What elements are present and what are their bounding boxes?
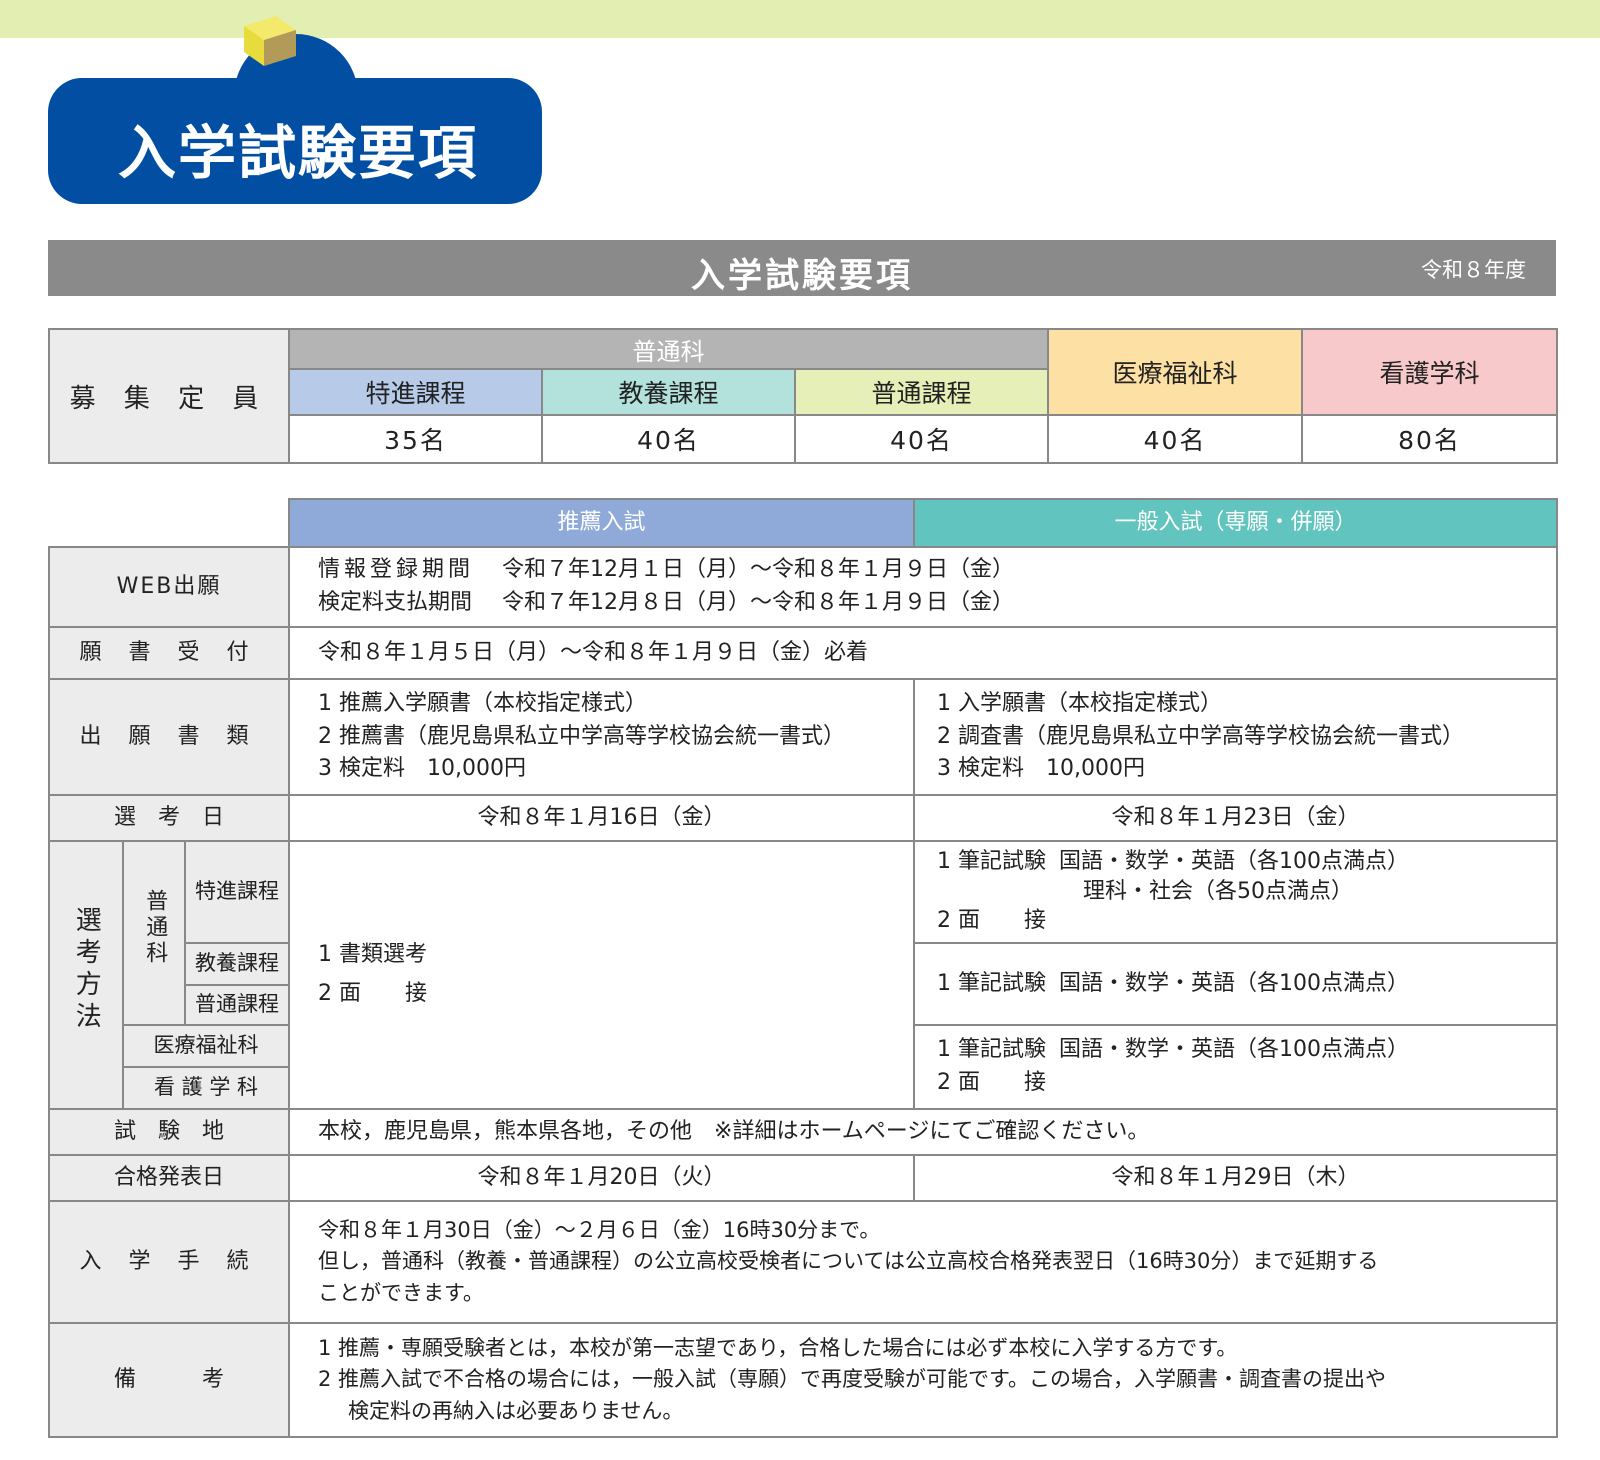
shorui-suisen-item-2: 2 推薦書（鹿児島県私立中学高等学校協会統一書式） [318, 723, 846, 749]
tetsuzuki-cell: 令和８年１月30日（金）～２月６日（金）16時30分まで。 但し，普通科（教養・… [288, 1200, 1559, 1324]
tetsuzuki-line-3: ことができます。 [318, 1280, 484, 1305]
biko-line-1: 1 推薦・専願受験者とは，本校が第一志望であり，合格した場合には必ず本校に入学す… [318, 1336, 1238, 1361]
capacity-futsu-count: 40名 [793, 414, 1050, 464]
hoho-tokushin-line-1: 1 筆記試験 国語・数学・英語（各100点満点） [937, 849, 1410, 875]
hoho-kyoyo-label: 教養課程 [183, 942, 291, 986]
capacity-kyoyo-count: 40名 [541, 414, 796, 464]
happyo-ippan: 令和８年１月29日（木） [913, 1154, 1559, 1202]
hoho-futsu-label: 普通課程 [183, 984, 291, 1026]
exam-table: 推薦入試 一般入試（専願・併願） WEB出願 情報登録期間 令和７年12月１日（月… [47, 498, 1559, 1438]
biko-line-3: 検定料の再納入は必要ありません。 [348, 1398, 684, 1423]
capacity-tokushin-count: 35名 [288, 414, 543, 464]
row-label-hoho: 選考方法 [48, 840, 124, 1110]
column-header-ippan: 一般入試（専願・併願） [913, 498, 1559, 548]
hero-badge: 入学試験要項 [48, 14, 548, 209]
capacity-label: 募 集 定 員 [48, 328, 290, 464]
column-header-suisen: 推薦入試 [288, 498, 916, 548]
hoho-iryo-line-1: 1 筆記試験 国語・数学・英語（各100点満点） [937, 1037, 1410, 1063]
gansho-value: 令和８年１月５日（月）～令和８年１月９日（金）必着 [288, 626, 1559, 680]
row-label-biko: 備 考 [47, 1322, 291, 1438]
shorui-suisen-item-3: 3 検定料 10,000円 [318, 756, 526, 782]
chi-value: 本校，鹿児島県，熊本県各地，その他 ※詳細はホームページにてご確認ください。 [288, 1108, 1559, 1156]
capacity-kango-count: 80名 [1301, 414, 1559, 464]
shorui-suisen-cell: 1 推薦入学願書（本校指定様式） 2 推薦書（鹿児島県私立中学高等学校協会統一書… [288, 678, 916, 796]
hoho-tokushin-label: 特進課程 [183, 840, 291, 944]
row-label-tetsuzuki: 入 学 手 続 [47, 1200, 291, 1324]
hero-title: 入学試験要項 [117, 119, 478, 187]
row-label-happyo: 合格発表日 [47, 1154, 291, 1202]
senkobi-ippan: 令和８年１月23日（金） [913, 794, 1559, 842]
section-title: 入学試験要項 [691, 256, 913, 296]
row-label-senkobi: 選 考 日 [47, 794, 291, 842]
section-header-bar: 入学試験要項 令和８年度 [48, 240, 1556, 296]
biko-line-2: 2 推薦入試で不合格の場合には，一般入試（専願）で再度受験が可能です。この場合，… [318, 1367, 1386, 1392]
shorui-ippan-item-2: 2 調査書（鹿児島県私立中学高等学校協会統一書式） [937, 723, 1465, 749]
hoho-tokushin-line-2: 理科・社会（各50点満点） [1083, 878, 1354, 904]
shorui-suisen-item-1: 1 推薦入学願書（本校指定様式） [318, 691, 648, 717]
hoho-kango-label: 看 護 学 科 [121, 1066, 291, 1110]
biko-cell: 1 推薦・専願受験者とは，本校が第一志望であり，合格した場合には必ず本校に入学す… [288, 1322, 1559, 1438]
hoho-iryo-kango-cell: 1 筆記試験 国語・数学・英語（各100点満点） 2 面 接 [913, 1024, 1559, 1110]
capacity-iryo-count: 40名 [1047, 414, 1304, 464]
hoho-tokushin-line-3: 2 面 接 [937, 908, 1047, 934]
hoho-tokushin-cell: 1 筆記試験 国語・数学・英語（各100点満点） 理科・社会（各50点満点） 2 … [913, 840, 1559, 944]
tetsuzuki-line-2: 但し，普通科（教養・普通課程）の公立高校受検者については公立高校合格発表翌日（1… [318, 1249, 1379, 1274]
happyo-suisen: 令和８年１月20日（火） [288, 1154, 916, 1202]
shorui-ippan-cell: 1 入学願書（本校指定様式） 2 調査書（鹿児島県私立中学高等学校協会統一書式）… [913, 678, 1559, 796]
capacity-futsu-header: 普通課程 [793, 368, 1050, 416]
shorui-ippan-item-3: 3 検定料 10,000円 [937, 756, 1145, 782]
hoho-kyoyo-cell: 1 筆記試験 国語・数学・英語（各100点満点） [913, 942, 1559, 1026]
row-label-chi: 試 験 地 [47, 1108, 291, 1156]
shorui-ippan-item-1: 1 入学願書（本校指定様式） [937, 691, 1223, 717]
hoho-iryo-line-2: 2 面 接 [937, 1070, 1047, 1095]
hoho-iryo-label: 医療福祉科 [121, 1024, 291, 1068]
fiscal-year-label: 令和８年度 [1421, 258, 1526, 282]
web-line-1: 情報登録期間 令和７年12月１日（月）～令和８年１月９日（金） [318, 557, 1015, 583]
capacity-kyoyo-header: 教養課程 [541, 368, 796, 416]
tetsuzuki-line-1: 令和８年１月30日（金）～２月６日（金）16時30分まで。 [318, 1218, 881, 1243]
web-application-cell: 情報登録期間 令和７年12月１日（月）～令和８年１月９日（金） 検定料支払期間 令和… [288, 546, 1559, 628]
capacity-table: 募 集 定 員 普通科 医療福祉科 看護学科 特進課程 教養課程 普通課程 35… [48, 328, 1559, 464]
row-label-gansho: 願 書 受 付 [47, 626, 291, 680]
senkobi-suisen: 令和８年１月16日（金） [288, 794, 916, 842]
hoho-futsuka-label: 普通科 [122, 840, 186, 1026]
row-label-web: WEB出願 [47, 546, 291, 628]
hoho-suisen-item-2: 2 面 接 [318, 981, 428, 1006]
capacity-tokushin-header: 特進課程 [288, 368, 543, 416]
capacity-kango-header: 看護学科 [1301, 328, 1559, 416]
row-label-shorui: 出 願 書 類 [47, 678, 291, 796]
capacity-futsuka-header: 普通科 [287, 328, 1050, 370]
hoho-suisen-item-1: 1 書類選考 [318, 942, 428, 968]
web-line-2: 検定料支払期間 令和７年12月８日（月）～令和８年１月９日（金） [318, 590, 1015, 615]
hoho-suisen-cell: 1 書類選考 2 面 接 [288, 840, 916, 1110]
capacity-iryo-header: 医療福祉科 [1047, 328, 1304, 416]
